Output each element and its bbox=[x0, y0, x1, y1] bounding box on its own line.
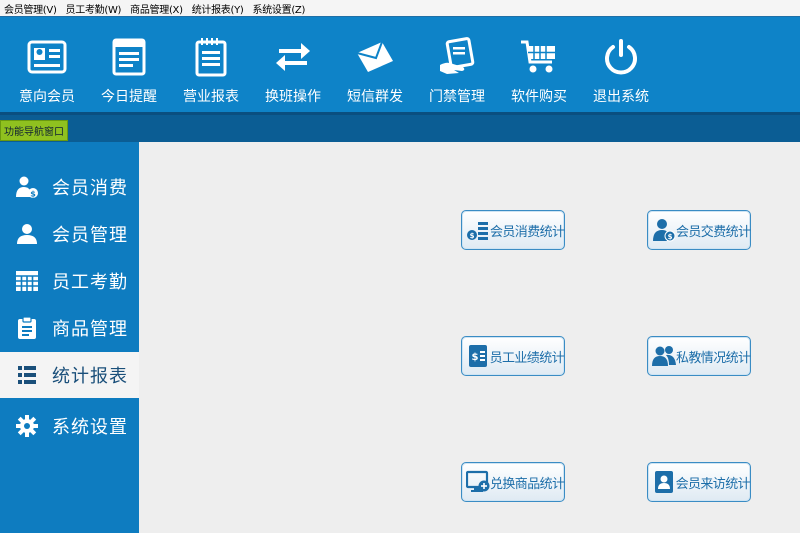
monitor-plus-icon bbox=[466, 469, 490, 495]
sidebar-label: 商品管理 bbox=[52, 319, 128, 340]
toolbar-label: 营业报表 bbox=[183, 89, 239, 105]
money-doc-icon: $ bbox=[466, 343, 490, 369]
toolbar-business-report-button[interactable]: 营业报表 bbox=[170, 17, 252, 113]
sidebar-label: 会员管理 bbox=[52, 225, 128, 246]
list-icon bbox=[14, 362, 40, 388]
sidebar-label: 会员消费 bbox=[52, 178, 128, 199]
sidebar-item-member-management[interactable]: 会员管理 bbox=[0, 211, 139, 257]
visitor-card-icon bbox=[652, 469, 676, 495]
toolbar-label: 门禁管理 bbox=[429, 89, 485, 105]
power-icon bbox=[599, 35, 643, 79]
shopping-cart-icon bbox=[517, 35, 561, 79]
toolbar-prospective-members-button[interactable]: 意向会员 bbox=[6, 17, 88, 113]
swap-icon bbox=[271, 35, 315, 79]
toolbar-purchase-software-button[interactable]: 软件购买 bbox=[498, 17, 580, 113]
sidebar-item-product-management[interactable]: 商品管理 bbox=[0, 305, 139, 351]
user-icon bbox=[14, 221, 40, 247]
private-coaching-stats-button[interactable]: 私教情况统计 bbox=[647, 336, 751, 376]
sidebar-item-system-settings[interactable]: 系统设置 bbox=[0, 403, 139, 449]
toolbar-access-control-button[interactable]: 门禁管理 bbox=[416, 17, 498, 113]
sidebar-item-statistics-reports[interactable]: 统计报表 bbox=[0, 352, 139, 398]
report-label: 会员交费统计 bbox=[676, 224, 751, 240]
toolbar-exit-system-button[interactable]: 退出系统 bbox=[580, 17, 662, 113]
toolbar: 意向会员 今日提醒 营业报表 换班操作 短信群发 门禁管理 软件购买 退出系统 bbox=[0, 16, 800, 112]
menu-bar: 会员管理(V) 员工考勤(W) 商品管理(X) 统计报表(Y) 系统设置(Z) bbox=[0, 0, 800, 16]
member-visit-stats-button[interactable]: 会员来访统计 bbox=[647, 462, 751, 502]
function-navigation-tab[interactable]: 功能导航窗口 bbox=[0, 120, 68, 141]
report-label: 私教情况统计 bbox=[676, 350, 751, 366]
access-card-icon bbox=[435, 35, 479, 79]
sidebar-label: 统计报表 bbox=[52, 366, 128, 387]
envelope-icon bbox=[353, 35, 397, 79]
report-label: 会员来访统计 bbox=[675, 476, 751, 492]
sidebar-label: 系统设置 bbox=[52, 417, 128, 438]
toolbar-label: 短信群发 bbox=[347, 89, 403, 105]
menu-member-management[interactable]: 会员管理(V) bbox=[4, 1, 57, 16]
svg-text:$: $ bbox=[471, 352, 478, 363]
member-consumption-stats-button[interactable]: $ 会员消费统计 bbox=[461, 210, 565, 250]
toolbar-sms-broadcast-button[interactable]: 短信群发 bbox=[334, 17, 416, 113]
toolbar-today-reminder-button[interactable]: 今日提醒 bbox=[88, 17, 170, 113]
toolbar-label: 换班操作 bbox=[265, 89, 321, 105]
svg-text:$: $ bbox=[668, 233, 673, 241]
report-label: 兑换商品统计 bbox=[490, 476, 565, 492]
sidebar-item-staff-attendance[interactable]: 员工考勤 bbox=[0, 258, 139, 304]
group-icon bbox=[652, 343, 676, 369]
menu-system-settings[interactable]: 系统设置(Z) bbox=[253, 1, 306, 16]
sidebar-label: 员工考勤 bbox=[52, 272, 128, 293]
svg-text:$: $ bbox=[30, 190, 36, 199]
member-payment-stats-button[interactable]: $ 会员交费统计 bbox=[647, 210, 751, 250]
main-panel: $ 会员消费统计 $ 会员交费统计 $ 员工业绩统计 私教情况统计 兑换商品统计… bbox=[139, 142, 800, 533]
gear-icon bbox=[14, 413, 40, 439]
redeemed-goods-stats-button[interactable]: 兑换商品统计 bbox=[461, 462, 565, 502]
calendar-grid-icon bbox=[14, 268, 40, 294]
menu-product-management[interactable]: 商品管理(X) bbox=[130, 1, 183, 16]
menu-statistics-reports[interactable]: 统计报表(Y) bbox=[192, 1, 244, 16]
sidebar: $ 会员消费 会员管理 员工考勤 商品管理 统计报表 系统设置 bbox=[0, 142, 139, 533]
toolbar-label: 意向会员 bbox=[19, 89, 75, 105]
toolbar-label: 退出系统 bbox=[593, 89, 649, 105]
toolbar-shift-change-button[interactable]: 换班操作 bbox=[252, 17, 334, 113]
member-card-icon bbox=[25, 35, 69, 79]
clipboard-icon bbox=[14, 315, 40, 341]
sidebar-item-member-consumption[interactable]: $ 会员消费 bbox=[0, 164, 139, 210]
svg-text:$: $ bbox=[470, 232, 475, 240]
toolbar-label: 软件购买 bbox=[511, 89, 567, 105]
coins-chart-icon: $ bbox=[466, 217, 490, 243]
navigation-strip: 功能导航窗口 bbox=[0, 112, 800, 142]
staff-performance-stats-button[interactable]: $ 员工业绩统计 bbox=[461, 336, 565, 376]
menu-staff-attendance[interactable]: 员工考勤(W) bbox=[66, 1, 122, 16]
report-label: 员工业绩统计 bbox=[489, 350, 565, 366]
toolbar-label: 今日提醒 bbox=[101, 89, 157, 105]
report-label: 会员消费统计 bbox=[490, 224, 565, 240]
report-icon bbox=[189, 35, 233, 79]
user-money-icon: $ bbox=[14, 174, 40, 200]
notepad-icon bbox=[107, 35, 151, 79]
user-payment-icon: $ bbox=[652, 217, 676, 243]
